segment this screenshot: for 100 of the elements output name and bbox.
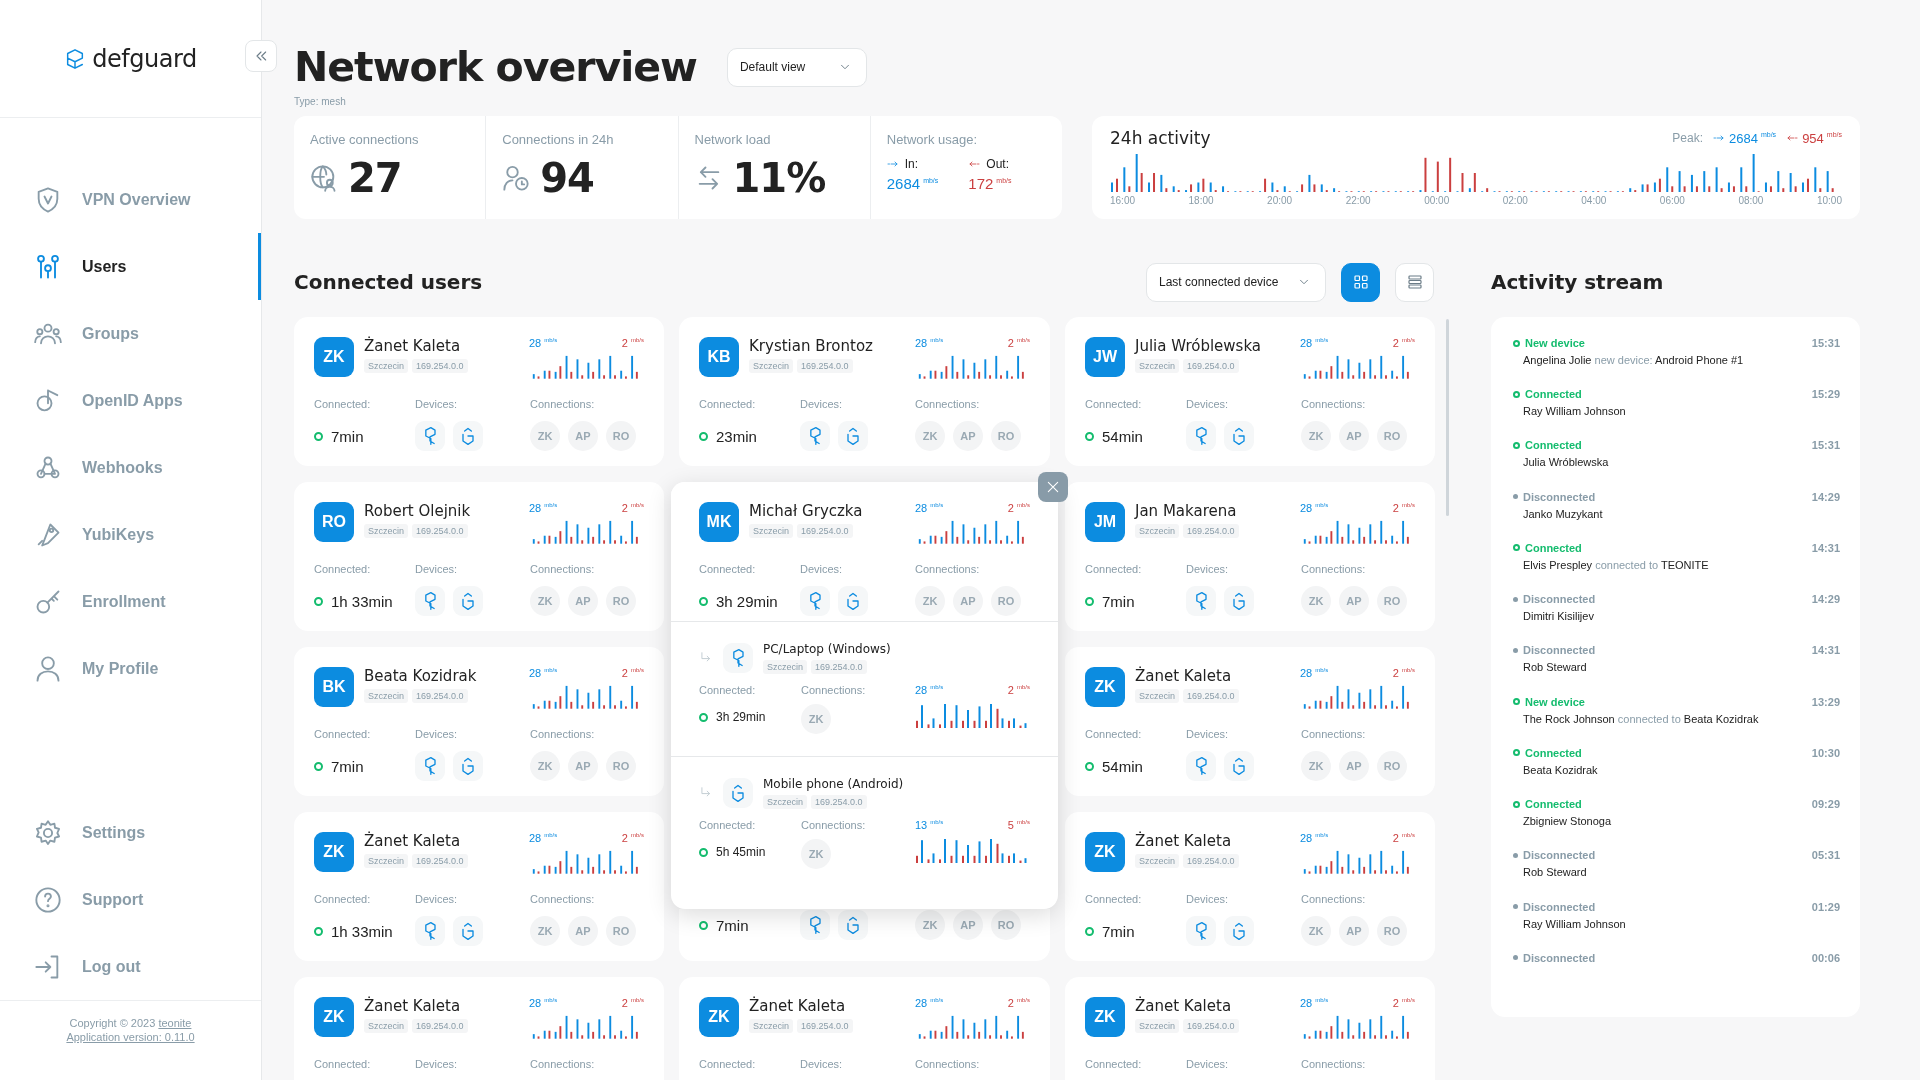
speed-value: 2 $^{mb/s}$ xyxy=(621,997,644,1011)
field-label: Connected: xyxy=(314,398,372,412)
event-title: Disconnected xyxy=(1523,900,1597,913)
nav-item[interactable]: Users xyxy=(0,233,261,300)
scrollbar[interactable] xyxy=(1446,319,1449,516)
user-card[interactable]: ZK Żanet Kaleta Szczecin 169.254.0.0 28 $^{mb/s}$ 2 $^{mb/s}$ Connected: Devices: Connections: 7min ZK AP RO xyxy=(294,317,664,466)
device-button[interactable] xyxy=(415,916,445,946)
event-time: 15:29 xyxy=(1811,388,1840,401)
device-button[interactable] xyxy=(415,421,445,451)
view-dropdown[interactable]: Default view xyxy=(726,47,867,87)
field-label: Connections: xyxy=(915,563,981,577)
status-dot xyxy=(1513,544,1520,552)
device-button[interactable] xyxy=(1186,916,1216,946)
status-dot xyxy=(314,431,323,441)
status-dot xyxy=(1513,904,1518,910)
user-card[interactable]: ZK Żanet Kaleta Szczecin 169.254.0.0 28 $^{mb/s}$ 2 $^{mb/s}$ Connected: Devices: Connections: xyxy=(1065,977,1435,1080)
event-title: New device xyxy=(1525,695,1586,708)
sort-dropdown[interactable]: Last connected device xyxy=(1146,262,1326,302)
event-title: Connected xyxy=(1525,439,1583,452)
location-tag: Szczecin xyxy=(749,1019,793,1033)
user-card[interactable]: BK Beata Kozidrak Szczecin 169.254.0.0 28 $^{mb/s}$ 2 $^{mb/s}$ Connected: Devices: Connections: 7min ZK AP RO xyxy=(294,647,664,796)
user-card[interactable]: ZK Żanet Kaleta Szczecin 169.254.0.0 28 $^{mb/s}$ 2 $^{mb/s}$ Connected: Devices: Connections: xyxy=(679,977,1050,1080)
field-label: Connections: xyxy=(1301,728,1367,742)
device-button[interactable] xyxy=(838,910,868,940)
device-button[interactable] xyxy=(1186,586,1216,616)
connection-chip: AP xyxy=(953,586,983,616)
event-time: 00:06 xyxy=(1811,951,1840,964)
device-button[interactable] xyxy=(1224,586,1254,616)
device-name: PC/Laptop (Windows) xyxy=(763,642,892,656)
speed-value: 28 $^{mb/s}$ xyxy=(915,502,944,516)
user-card[interactable]: ZK Żanet Kaleta Szczecin 169.254.0.0 28 $^{mb/s}$ 2 $^{mb/s}$ Connected: Devices: Connections: 7min ZK AP RO xyxy=(1065,812,1435,961)
field-label: Connections: xyxy=(1301,1058,1367,1072)
field-label: Devices: xyxy=(1186,398,1230,412)
field-label: Devices: xyxy=(415,728,459,742)
stat-label: Connections in 24h xyxy=(502,132,615,147)
location-tag: Szczecin xyxy=(763,795,807,809)
user-card[interactable]: ZK Żanet Kaleta Szczecin 169.254.0.0 28 $^{mb/s}$ 2 $^{mb/s}$ Connected: Devices: Connections: 1h 33min ZK AP RO xyxy=(294,812,664,961)
event-time: 10:30 xyxy=(1811,746,1840,759)
user-name: Beata Kozidrak xyxy=(364,667,478,685)
connected-time: 3h 29min xyxy=(716,592,778,610)
field-label: Devices: xyxy=(415,893,459,907)
user-card[interactable]: JM Jan Makarena Szczecin 169.254.0.0 28 $^{mb/s}$ 2 $^{mb/s}$ Connected: Devices: Connections: 7min ZK AP RO xyxy=(1065,482,1435,631)
device-button[interactable] xyxy=(415,586,445,616)
device-button[interactable] xyxy=(415,751,445,781)
user-name: Żanet Kaleta xyxy=(1135,667,1233,685)
device-button[interactable] xyxy=(800,910,830,940)
status-dot xyxy=(1085,596,1094,606)
view-toggle[interactable] xyxy=(1341,262,1380,302)
event-time: 09:29 xyxy=(1811,798,1840,811)
user-icon xyxy=(34,654,62,683)
device-button[interactable] xyxy=(838,586,868,616)
user-avatar: BK xyxy=(314,667,354,707)
event-time: 14:31 xyxy=(1811,541,1840,554)
user-card[interactable]: JW Julia Wróblewska Szczecin 169.254.0.0 28 $^{mb/s}$ 2 $^{mb/s}$ Connected: Devices: Connections: 54min ZK AP RO xyxy=(1065,317,1435,466)
location-tag: Szczecin xyxy=(364,689,408,703)
user-card[interactable]: RO Robert Olejnik Szczecin 169.254.0.0 28 $^{mb/s}$ 2 $^{mb/s}$ Connected: Devices: Connections: 1h 33min ZK AP RO xyxy=(294,482,664,631)
event-description: The Rock Johnson connected to Beata Kozidrak xyxy=(1523,712,1760,725)
connection-chip: AP xyxy=(568,421,598,451)
connected-time: 5h 45min xyxy=(716,845,766,859)
device-button[interactable] xyxy=(1224,916,1254,946)
device-button[interactable] xyxy=(1186,421,1216,451)
device-button[interactable] xyxy=(838,421,868,451)
connected-time: 23min xyxy=(716,427,757,445)
copyright-text: Copyright © 2023 teonite xyxy=(69,1017,192,1029)
device-button[interactable] xyxy=(800,421,830,451)
event-title: Disconnected xyxy=(1523,490,1597,503)
status-dot xyxy=(1513,494,1518,500)
user-card[interactable]: 7min ZK AP RO xyxy=(679,909,1050,961)
device-button[interactable] xyxy=(1224,751,1254,781)
status-dot xyxy=(314,761,323,771)
field-label: Connected: xyxy=(699,684,757,698)
event-time: 13:29 xyxy=(1811,695,1840,708)
device-button[interactable] xyxy=(453,916,483,946)
device-button[interactable] xyxy=(1224,421,1254,451)
connection-chip: RO xyxy=(991,421,1021,451)
close-button[interactable] xyxy=(1038,472,1068,502)
user-name: Żanet Kaleta xyxy=(1135,832,1233,850)
status-dot xyxy=(1513,647,1518,653)
user-card[interactable]: ZK Żanet Kaleta Szczecin 169.254.0.0 28 $^{mb/s}$ 2 $^{mb/s}$ Connected: Devices: Connections: 54min ZK AP RO xyxy=(1065,647,1435,796)
user-name: Żanet Kaleta xyxy=(364,832,462,850)
field-label: Connections: xyxy=(1301,563,1367,577)
device-button[interactable] xyxy=(800,586,830,616)
device-button[interactable] xyxy=(1186,751,1216,781)
device-button[interactable] xyxy=(453,751,483,781)
device-button[interactable] xyxy=(453,586,483,616)
brand-name: defguard xyxy=(92,44,197,73)
connection-chip: ZK xyxy=(1301,916,1331,946)
event-title: Connected xyxy=(1525,798,1583,811)
collapse-button[interactable] xyxy=(245,40,277,72)
user-card[interactable]: KB Krystian Brontoz Szczecin 169.254.0.0 28 $^{mb/s}$ 2 $^{mb/s}$ Connected: Devices: Connections: 23min ZK AP RO xyxy=(679,317,1050,466)
axis-label: 16:00 xyxy=(1110,195,1136,206)
speed-value: 28 $^{mb/s}$ xyxy=(529,337,558,351)
section-title: Activity stream xyxy=(1491,270,1665,294)
user-card[interactable]: ZK Żanet Kaleta Szczecin 169.254.0.0 28 $^{mb/s}$ 2 $^{mb/s}$ Connected: Devices: Connections: xyxy=(294,977,664,1080)
speed-value: 13 $^{mb/s}$ xyxy=(915,819,944,833)
field-label: Devices: xyxy=(1186,893,1230,907)
speed-value: 28 $^{mb/s}$ xyxy=(529,667,558,681)
event-description: Dimitri Kisilijev xyxy=(1523,610,1595,623)
user-name: Żanet Kaleta xyxy=(1135,997,1233,1015)
device-button[interactable] xyxy=(453,421,483,451)
